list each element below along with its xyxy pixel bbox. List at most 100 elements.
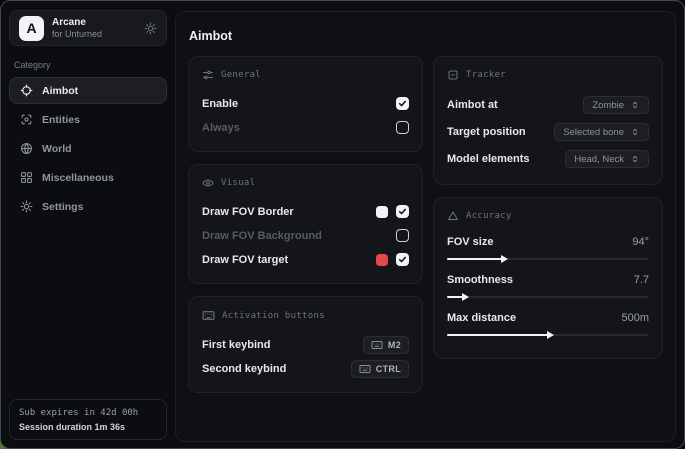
setting-label: FOV size [447, 236, 493, 248]
fov-target-checkbox[interactable] [396, 253, 409, 266]
setting-label: Enable [202, 98, 238, 110]
slider-value: 7.7 [634, 274, 649, 286]
setting-row-target-position: Target position Selected bone [447, 119, 649, 145]
keyboard-icon [359, 363, 371, 375]
tracker-card-header: Tracker [447, 69, 649, 81]
gear-icon[interactable] [144, 22, 157, 35]
fov-background-checkbox[interactable] [396, 229, 409, 242]
card-title: General [221, 70, 261, 80]
setting-label: Target position [447, 126, 526, 138]
dropdown-value: Selected bone [563, 127, 624, 138]
setting-row-model-elements: Model elements Head, Neck [447, 146, 649, 172]
sidebar-item-label: World [42, 143, 72, 155]
chevrons-up-down-icon [630, 154, 640, 164]
dropdown-value: Head, Neck [574, 154, 624, 165]
setting-label: Max distance [447, 312, 516, 324]
setting-row-second-keybind: Second keybind CTRL [202, 357, 409, 380]
eye-icon [202, 177, 214, 189]
sidebar-item-miscellaneous[interactable]: Miscellaneous [9, 164, 167, 191]
setting-row-enable: Enable [202, 92, 409, 115]
dropdown-value: Zombie [592, 100, 624, 111]
sidebar-item-label: Entities [42, 114, 80, 126]
keyboard-icon [202, 309, 215, 322]
accuracy-card-header: Accuracy [447, 210, 649, 222]
setting-row-fov-background: Draw FOV Background [202, 224, 409, 247]
brand-text: Arcane for Unturned [52, 17, 102, 40]
app-logo: A [19, 16, 44, 41]
chevrons-up-down-icon [630, 127, 640, 137]
tracker-card: Tracker Aimbot at Zombie Target position [433, 56, 663, 185]
slider-fill[interactable] [447, 296, 463, 298]
target-position-dropdown[interactable]: Selected bone [554, 123, 649, 141]
setting-row-aimbot-at: Aimbot at Zombie [447, 92, 649, 118]
visual-card-header: Visual [202, 177, 409, 189]
slider-fill[interactable] [447, 334, 548, 336]
sidebar-nav: Aimbot Entities World [9, 77, 167, 222]
general-card: General Enable Always [188, 56, 423, 152]
globe-icon [20, 142, 33, 155]
right-column: Tracker Aimbot at Zombie Target position [433, 56, 663, 405]
setting-row-max-distance: Max distance 500m [447, 309, 649, 340]
setting-row-smoothness: Smoothness 7.7 [447, 271, 649, 302]
setting-label: Draw FOV Background [202, 230, 322, 242]
category-label: Category [14, 60, 162, 70]
slider-track [447, 296, 649, 298]
main-panel: Aimbot General Enable [175, 11, 676, 442]
triangle-icon [447, 210, 459, 222]
entities-icon [20, 113, 33, 126]
smoothness-slider[interactable] [447, 292, 649, 302]
first-keybind-button[interactable]: M2 [363, 336, 409, 354]
fov-border-checkbox[interactable] [396, 205, 409, 218]
slider-value: 500m [621, 312, 649, 324]
model-elements-dropdown[interactable]: Head, Neck [565, 150, 649, 168]
fov-target-color-swatch[interactable] [376, 254, 388, 266]
subscription-card: Sub expires in 42d 00h Session duration … [9, 399, 167, 440]
setting-label: Smoothness [447, 274, 513, 286]
fov-size-slider[interactable] [447, 254, 649, 264]
slider-value: 94° [632, 236, 649, 248]
crosshair-icon [20, 84, 33, 97]
aimbot-at-dropdown[interactable]: Zombie [583, 96, 649, 114]
sidebar: A Arcane for Unturned Category A [1, 1, 175, 448]
app-window: A Arcane for Unturned Category A [0, 0, 685, 449]
always-checkbox[interactable] [396, 121, 409, 134]
activation-card: Activation buttons First keybind M2 Seco… [188, 296, 423, 393]
setting-label: Aimbot at [447, 99, 498, 111]
enable-checkbox[interactable] [396, 97, 409, 110]
slider-fill[interactable] [447, 258, 502, 260]
second-keybind-button[interactable]: CTRL [351, 360, 409, 378]
brand-card: A Arcane for Unturned [9, 10, 167, 46]
sliders-icon [202, 69, 214, 81]
session-duration-text: Session duration 1m 36s [19, 422, 157, 432]
fov-border-color-swatch[interactable] [376, 206, 388, 218]
sidebar-item-label: Aimbot [42, 85, 78, 97]
max-distance-slider[interactable] [447, 330, 649, 340]
sidebar-item-world[interactable]: World [9, 135, 167, 162]
square-minus-icon [447, 69, 459, 81]
visual-card: Visual Draw FOV Border Draw FOV Backgrou… [188, 164, 423, 284]
gear-icon [20, 200, 33, 213]
setting-label: Draw FOV Border [202, 206, 294, 218]
setting-row-always: Always [202, 116, 409, 139]
sidebar-item-label: Settings [42, 201, 83, 213]
setting-label: Second keybind [202, 363, 286, 375]
card-title: Visual [221, 178, 255, 188]
keybind-value: M2 [388, 340, 401, 350]
setting-label: Model elements [447, 153, 530, 165]
sidebar-item-entities[interactable]: Entities [9, 106, 167, 133]
sub-expiry-text: Sub expires in 42d 00h [19, 408, 157, 418]
setting-label: Always [202, 122, 240, 134]
page-title: Aimbot [189, 29, 663, 43]
app-subtitle: for Unturned [52, 29, 102, 39]
accuracy-card: Accuracy FOV size 94° [433, 197, 663, 359]
setting-row-fov-target: Draw FOV target [202, 248, 409, 271]
grid-icon [20, 171, 33, 184]
card-title: Accuracy [466, 211, 512, 221]
card-title: Tracker [466, 70, 506, 80]
sidebar-item-aimbot[interactable]: Aimbot [9, 77, 167, 104]
sidebar-item-settings[interactable]: Settings [9, 193, 167, 220]
left-column: General Enable Always [188, 56, 423, 405]
setting-label: First keybind [202, 339, 270, 351]
chevrons-up-down-icon [630, 100, 640, 110]
setting-row-fov-border: Draw FOV Border [202, 200, 409, 223]
